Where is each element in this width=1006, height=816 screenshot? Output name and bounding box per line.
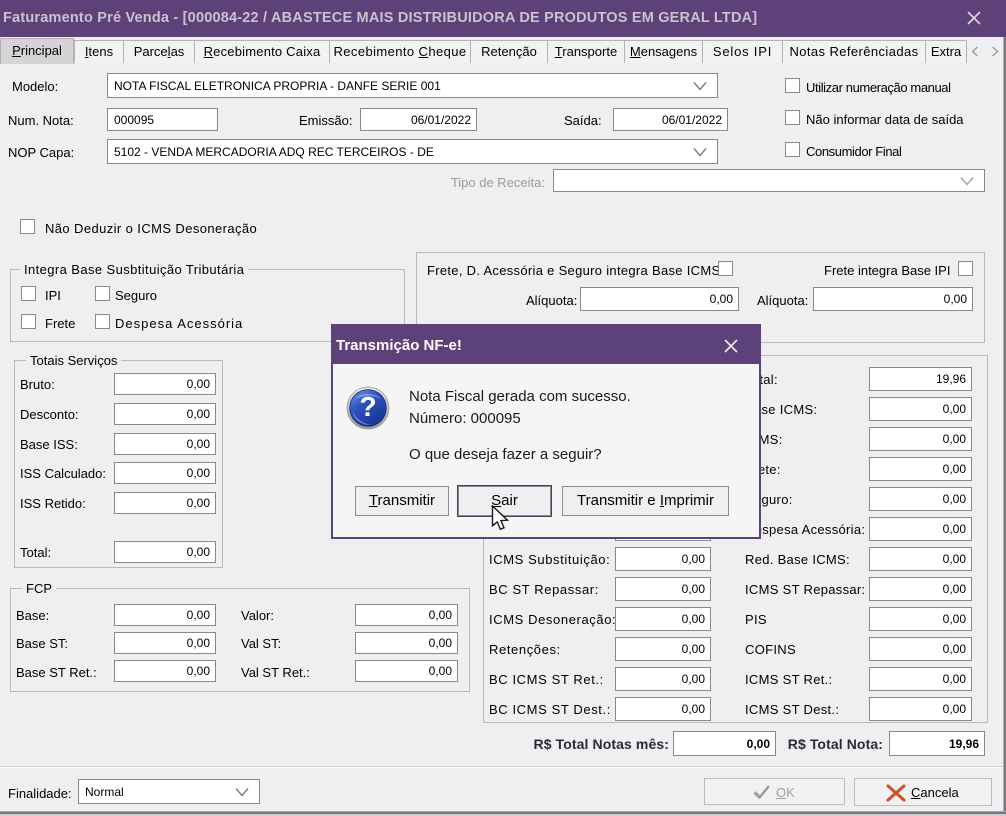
svg-text:?: ? (359, 391, 376, 422)
